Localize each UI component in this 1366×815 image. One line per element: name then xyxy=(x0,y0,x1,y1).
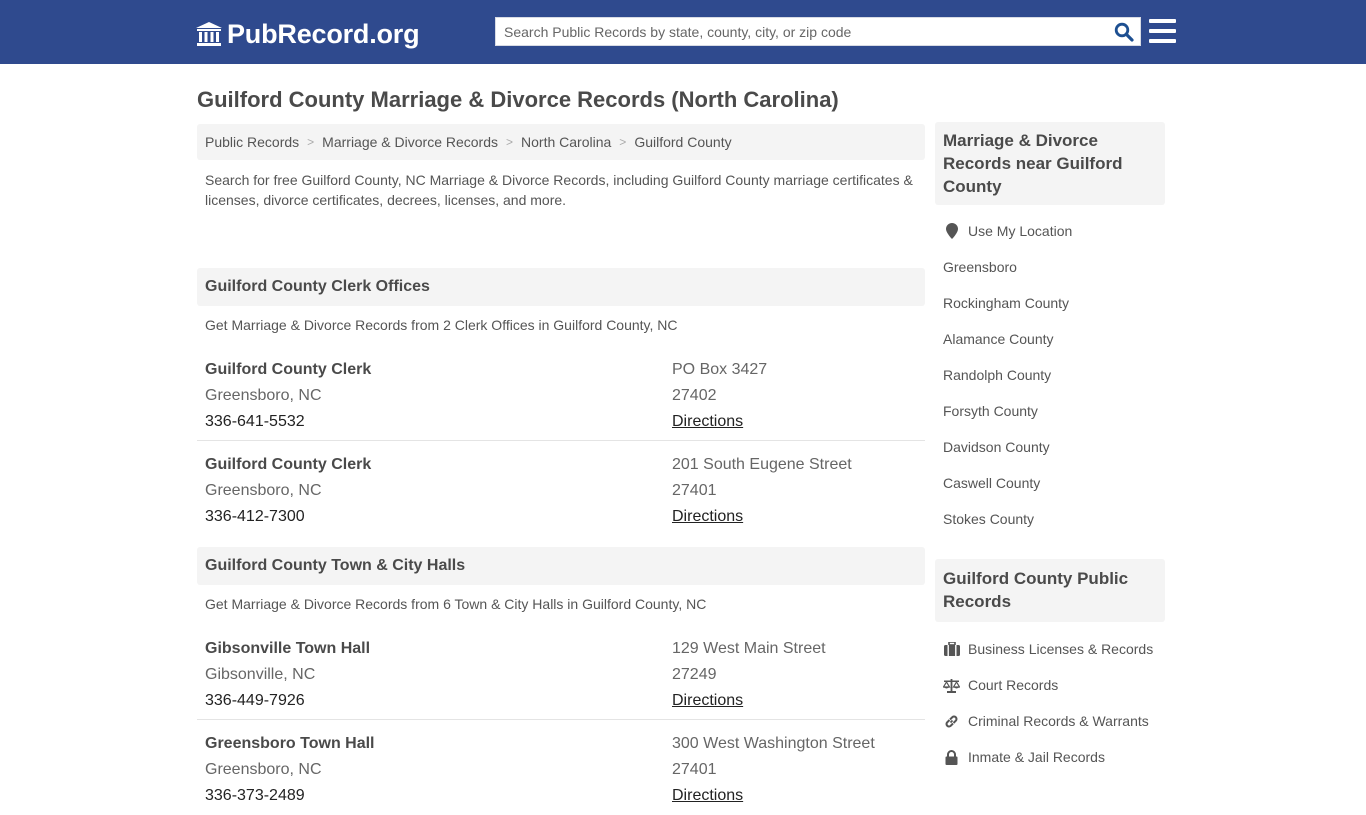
map-marker-icon xyxy=(943,223,960,239)
briefcase-icon xyxy=(943,641,960,657)
directions-link[interactable]: Directions xyxy=(672,508,743,525)
sidebar-item-label: Business Licenses & Records xyxy=(968,641,1154,657)
record-city: Greensboro, NC xyxy=(205,761,322,778)
directions-link[interactable]: Directions xyxy=(672,692,743,709)
record-address: 300 West Washington Street xyxy=(672,735,875,752)
directions-link[interactable]: Directions xyxy=(672,787,743,804)
search-icon xyxy=(1114,22,1134,42)
sidebar-heading-nearby: Marriage & Divorce Records near Guilford… xyxy=(935,122,1165,205)
breadcrumb-marriage-divorce[interactable]: Marriage & Divorce Records xyxy=(322,134,498,150)
sidebar-item-inmate-jail[interactable]: Inmate & Jail Records xyxy=(935,739,1165,775)
search-input[interactable] xyxy=(496,18,1108,45)
record-name[interactable]: Guilford County Clerk xyxy=(205,455,371,481)
record-name[interactable]: Greensboro Town Hall xyxy=(205,734,375,760)
section-description: Get Marriage & Divorce Records from 6 To… xyxy=(205,596,707,612)
nearby-item[interactable]: Alamance County xyxy=(935,321,1165,357)
courthouse-icon xyxy=(195,21,223,47)
logo-text: PubRecord.org xyxy=(227,19,420,49)
record-phone[interactable]: 336-412-7300 xyxy=(205,507,371,533)
main-content: Public Records > Marriage & Divorce Reco… xyxy=(197,124,925,815)
record-city: Gibsonville, NC xyxy=(205,666,316,683)
nearby-item[interactable]: Davidson County xyxy=(935,429,1165,465)
nearby-item[interactable]: Caswell County xyxy=(935,465,1165,501)
record-phone[interactable]: 336-373-2489 xyxy=(205,786,375,812)
nearby-item[interactable]: Randolph County xyxy=(935,357,1165,393)
record-phone[interactable]: 336-641-5532 xyxy=(205,412,371,438)
link-icon xyxy=(943,713,960,729)
breadcrumb-separator: > xyxy=(307,135,315,149)
search-button[interactable] xyxy=(1108,18,1140,45)
nearby-item[interactable]: Rockingham County xyxy=(935,285,1165,321)
intro-text: Search for free Guilford County, NC Marr… xyxy=(205,172,913,208)
record-address: 129 West Main Street xyxy=(672,640,826,657)
nearby-item[interactable]: Greensboro xyxy=(935,249,1165,285)
hamburger-menu-icon[interactable] xyxy=(1149,19,1176,43)
breadcrumb-north-carolina[interactable]: North Carolina xyxy=(521,134,611,150)
sidebar-item-label: Inmate & Jail Records xyxy=(968,749,1105,765)
sidebar-item-court-records[interactable]: Court Records xyxy=(935,667,1165,703)
search-bar xyxy=(495,17,1141,46)
directions-link[interactable]: Directions xyxy=(672,413,743,430)
record-name[interactable]: Gibsonville Town Hall xyxy=(205,639,370,665)
use-my-location-label: Use My Location xyxy=(968,223,1073,239)
breadcrumb-separator: > xyxy=(619,135,627,149)
site-header: PubRecord.org xyxy=(0,0,1366,64)
site-logo[interactable]: PubRecord.org xyxy=(195,17,420,51)
record-zip: 27249 xyxy=(672,666,717,683)
record-zip: 27402 xyxy=(672,387,717,404)
record-item: Gibsonville Town Hall Gibsonville, NC 33… xyxy=(197,625,925,720)
sidebar-heading-public-records: Guilford County Public Records xyxy=(935,559,1165,622)
record-address: PO Box 3427 xyxy=(672,361,768,378)
record-item: Guilford County Clerk Greensboro, NC 336… xyxy=(197,441,925,547)
record-name[interactable]: Guilford County Clerk xyxy=(205,360,371,386)
nearby-item[interactable]: Forsyth County xyxy=(935,393,1165,429)
breadcrumb-separator: > xyxy=(506,135,514,149)
section-heading-town-city-halls: Guilford County Town & City Halls xyxy=(197,547,925,585)
nearby-item[interactable]: Stokes County xyxy=(935,501,1165,537)
record-phone[interactable]: 336-449-7926 xyxy=(205,691,370,717)
sidebar-item-label: Criminal Records & Warrants xyxy=(968,713,1149,729)
breadcrumb-public-records[interactable]: Public Records xyxy=(205,134,299,150)
breadcrumb: Public Records > Marriage & Divorce Reco… xyxy=(197,124,925,160)
use-my-location-button[interactable]: Use My Location xyxy=(935,213,1165,249)
page-title: Guilford County Marriage & Divorce Recor… xyxy=(197,87,839,112)
sidebar-item-label: Court Records xyxy=(968,677,1059,693)
sidebar-item-criminal-records[interactable]: Criminal Records & Warrants xyxy=(935,703,1165,739)
record-city: Greensboro, NC xyxy=(205,482,322,499)
balance-scale-icon xyxy=(943,677,960,693)
section-heading-clerk-offices: Guilford County Clerk Offices xyxy=(197,268,925,306)
sidebar-item-business-licenses[interactable]: Business Licenses & Records xyxy=(935,631,1165,667)
breadcrumb-guilford-county[interactable]: Guilford County xyxy=(634,134,731,150)
record-zip: 27401 xyxy=(672,482,717,499)
record-zip: 27401 xyxy=(672,761,717,778)
sidebar-public-records: Guilford County Public Records Business … xyxy=(935,559,1165,775)
record-item: Guilford County Clerk Greensboro, NC 336… xyxy=(197,346,925,441)
section-description: Get Marriage & Divorce Records from 2 Cl… xyxy=(205,317,678,333)
record-address: 201 South Eugene Street xyxy=(672,456,852,473)
lock-icon xyxy=(943,749,960,765)
sidebar-nearby: Marriage & Divorce Records near Guilford… xyxy=(935,122,1165,537)
record-city: Greensboro, NC xyxy=(205,387,322,404)
